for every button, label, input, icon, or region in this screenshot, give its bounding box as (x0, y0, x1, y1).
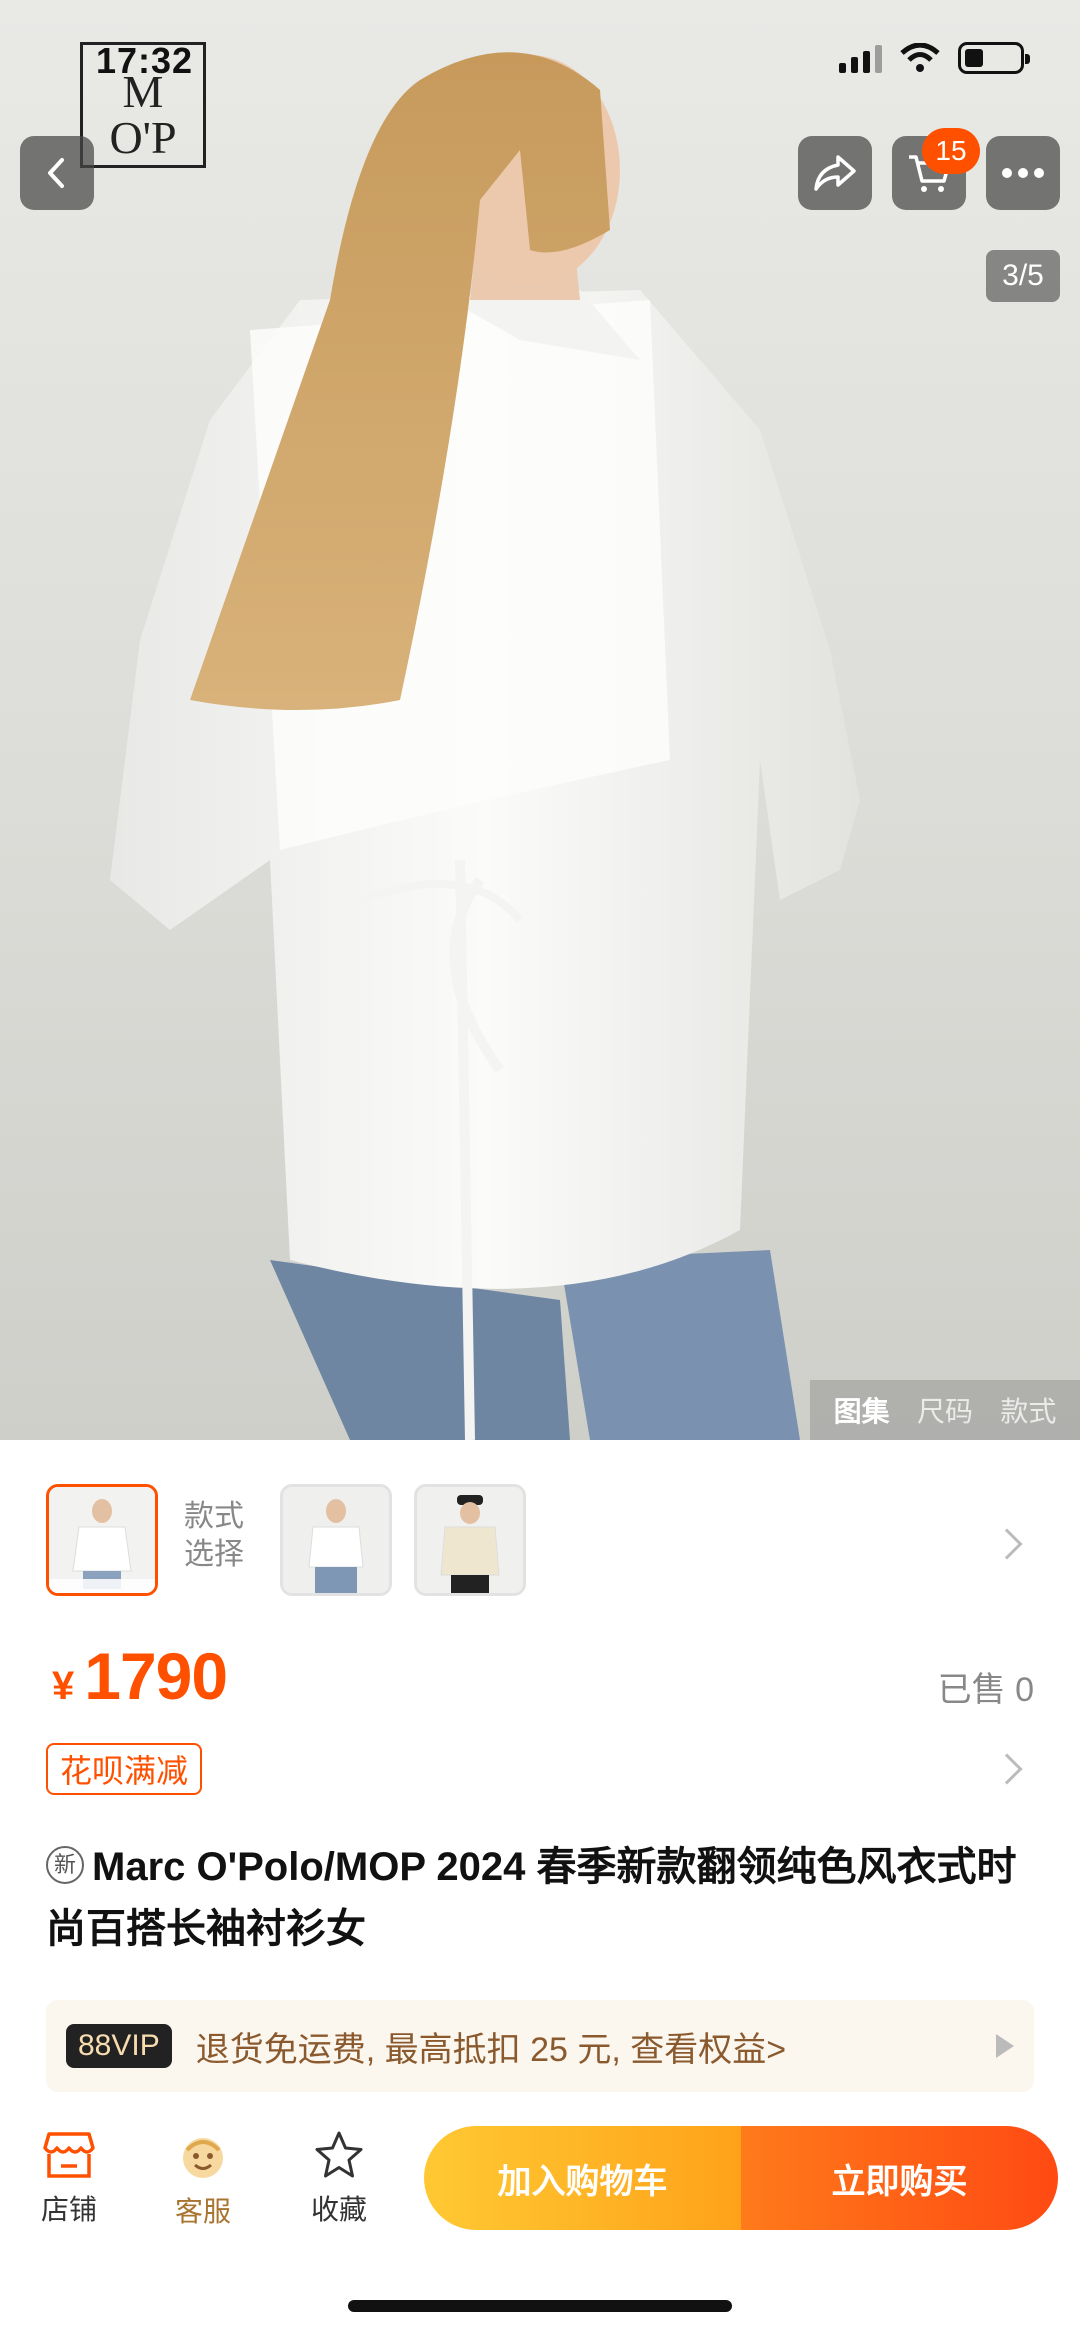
price-value: 1790 (84, 1639, 228, 1713)
favorite-label: 收藏 (310, 2194, 367, 2225)
more-button[interactable] (986, 136, 1060, 210)
chevron-left-icon (48, 158, 64, 188)
shop-button[interactable]: 店铺 (14, 2130, 124, 2228)
chevron-right-icon[interactable] (991, 1528, 1023, 1560)
purchase-buttons: 加入购物车 立即购买 (424, 2126, 1058, 2230)
image-counter: 3/5 (986, 250, 1060, 302)
image-tab-gallery[interactable]: 图集 (834, 1390, 890, 1430)
sku-label: 款式选择 (184, 1500, 244, 1571)
wifi-icon (900, 43, 940, 72)
customer-service-label: 客服 (174, 2196, 231, 2227)
vip-badge: 88VIP (66, 2024, 172, 2068)
product-title: 新 Marc O'Polo/MOP 2024 春季新款翻领纯色风衣式时尚百搭长袖衬… (46, 1836, 1026, 1960)
product-title-text: Marc O'Polo/MOP 2024 春季新款翻领纯色风衣式时尚百搭长袖衬衫… (46, 1845, 1017, 1951)
vip-text: 退货免运费, 最高抵扣 25 元, 查看权益> (195, 2030, 787, 2069)
buy-now-button[interactable]: 立即购买 (741, 2126, 1058, 2230)
sku-thumbnail-white-alt[interactable] (280, 1484, 392, 1596)
image-tab-style[interactable]: 款式 (1000, 1390, 1056, 1430)
sku-selector[interactable]: 款式选择 (0, 1440, 1080, 1596)
status-icons (839, 42, 1030, 74)
favorite-button[interactable]: 收藏 (284, 2130, 394, 2228)
brand-logo: M O'P (80, 42, 206, 168)
more-dots-icon (1002, 168, 1044, 178)
back-button[interactable] (20, 136, 94, 210)
sku-thumbnail-white[interactable] (46, 1484, 158, 1596)
customer-service-icon (183, 2138, 223, 2178)
star-icon (315, 2131, 363, 2178)
signal-icon (839, 43, 882, 73)
promo-tag[interactable]: 花呗满减 (46, 1743, 203, 1795)
share-button[interactable] (798, 136, 872, 210)
shop-icon (43, 2132, 95, 2178)
bottom-action-bar: 店铺 客服 收藏 加入购物车 立即购买 (0, 2110, 1080, 2270)
battery-icon (958, 42, 1030, 74)
vip-benefit-bar[interactable]: 88VIP 退货免运费, 最高抵扣 25 元, 查看权益> (46, 2000, 1034, 2092)
chevron-right-icon[interactable] (991, 1753, 1023, 1785)
image-tab-size[interactable]: 尺码 (917, 1390, 973, 1430)
product-image-gallery[interactable]: 17:32 M O'P 15 3/5 图集 尺码 款式 (0, 0, 1080, 1440)
sku-thumbnail-beige[interactable] (414, 1484, 526, 1596)
sold-count: 已售 0 (937, 1671, 1034, 1709)
image-tabs: 图集 尺码 款式 (810, 1380, 1080, 1440)
play-arrow-icon (996, 2034, 1014, 2058)
cart-count-badge: 15 (922, 128, 980, 174)
home-indicator (348, 2300, 732, 2312)
price: ¥ 1790 (52, 1638, 228, 1714)
new-badge-icon: 新 (46, 1846, 84, 1885)
add-to-cart-button[interactable]: 加入购物车 (424, 2126, 741, 2230)
customer-service-button[interactable]: 客服 (148, 2130, 258, 2230)
product-photo (110, 52, 860, 1440)
share-icon (814, 155, 856, 191)
price-currency: ¥ (52, 1664, 75, 1708)
shop-label: 店铺 (40, 2194, 97, 2225)
